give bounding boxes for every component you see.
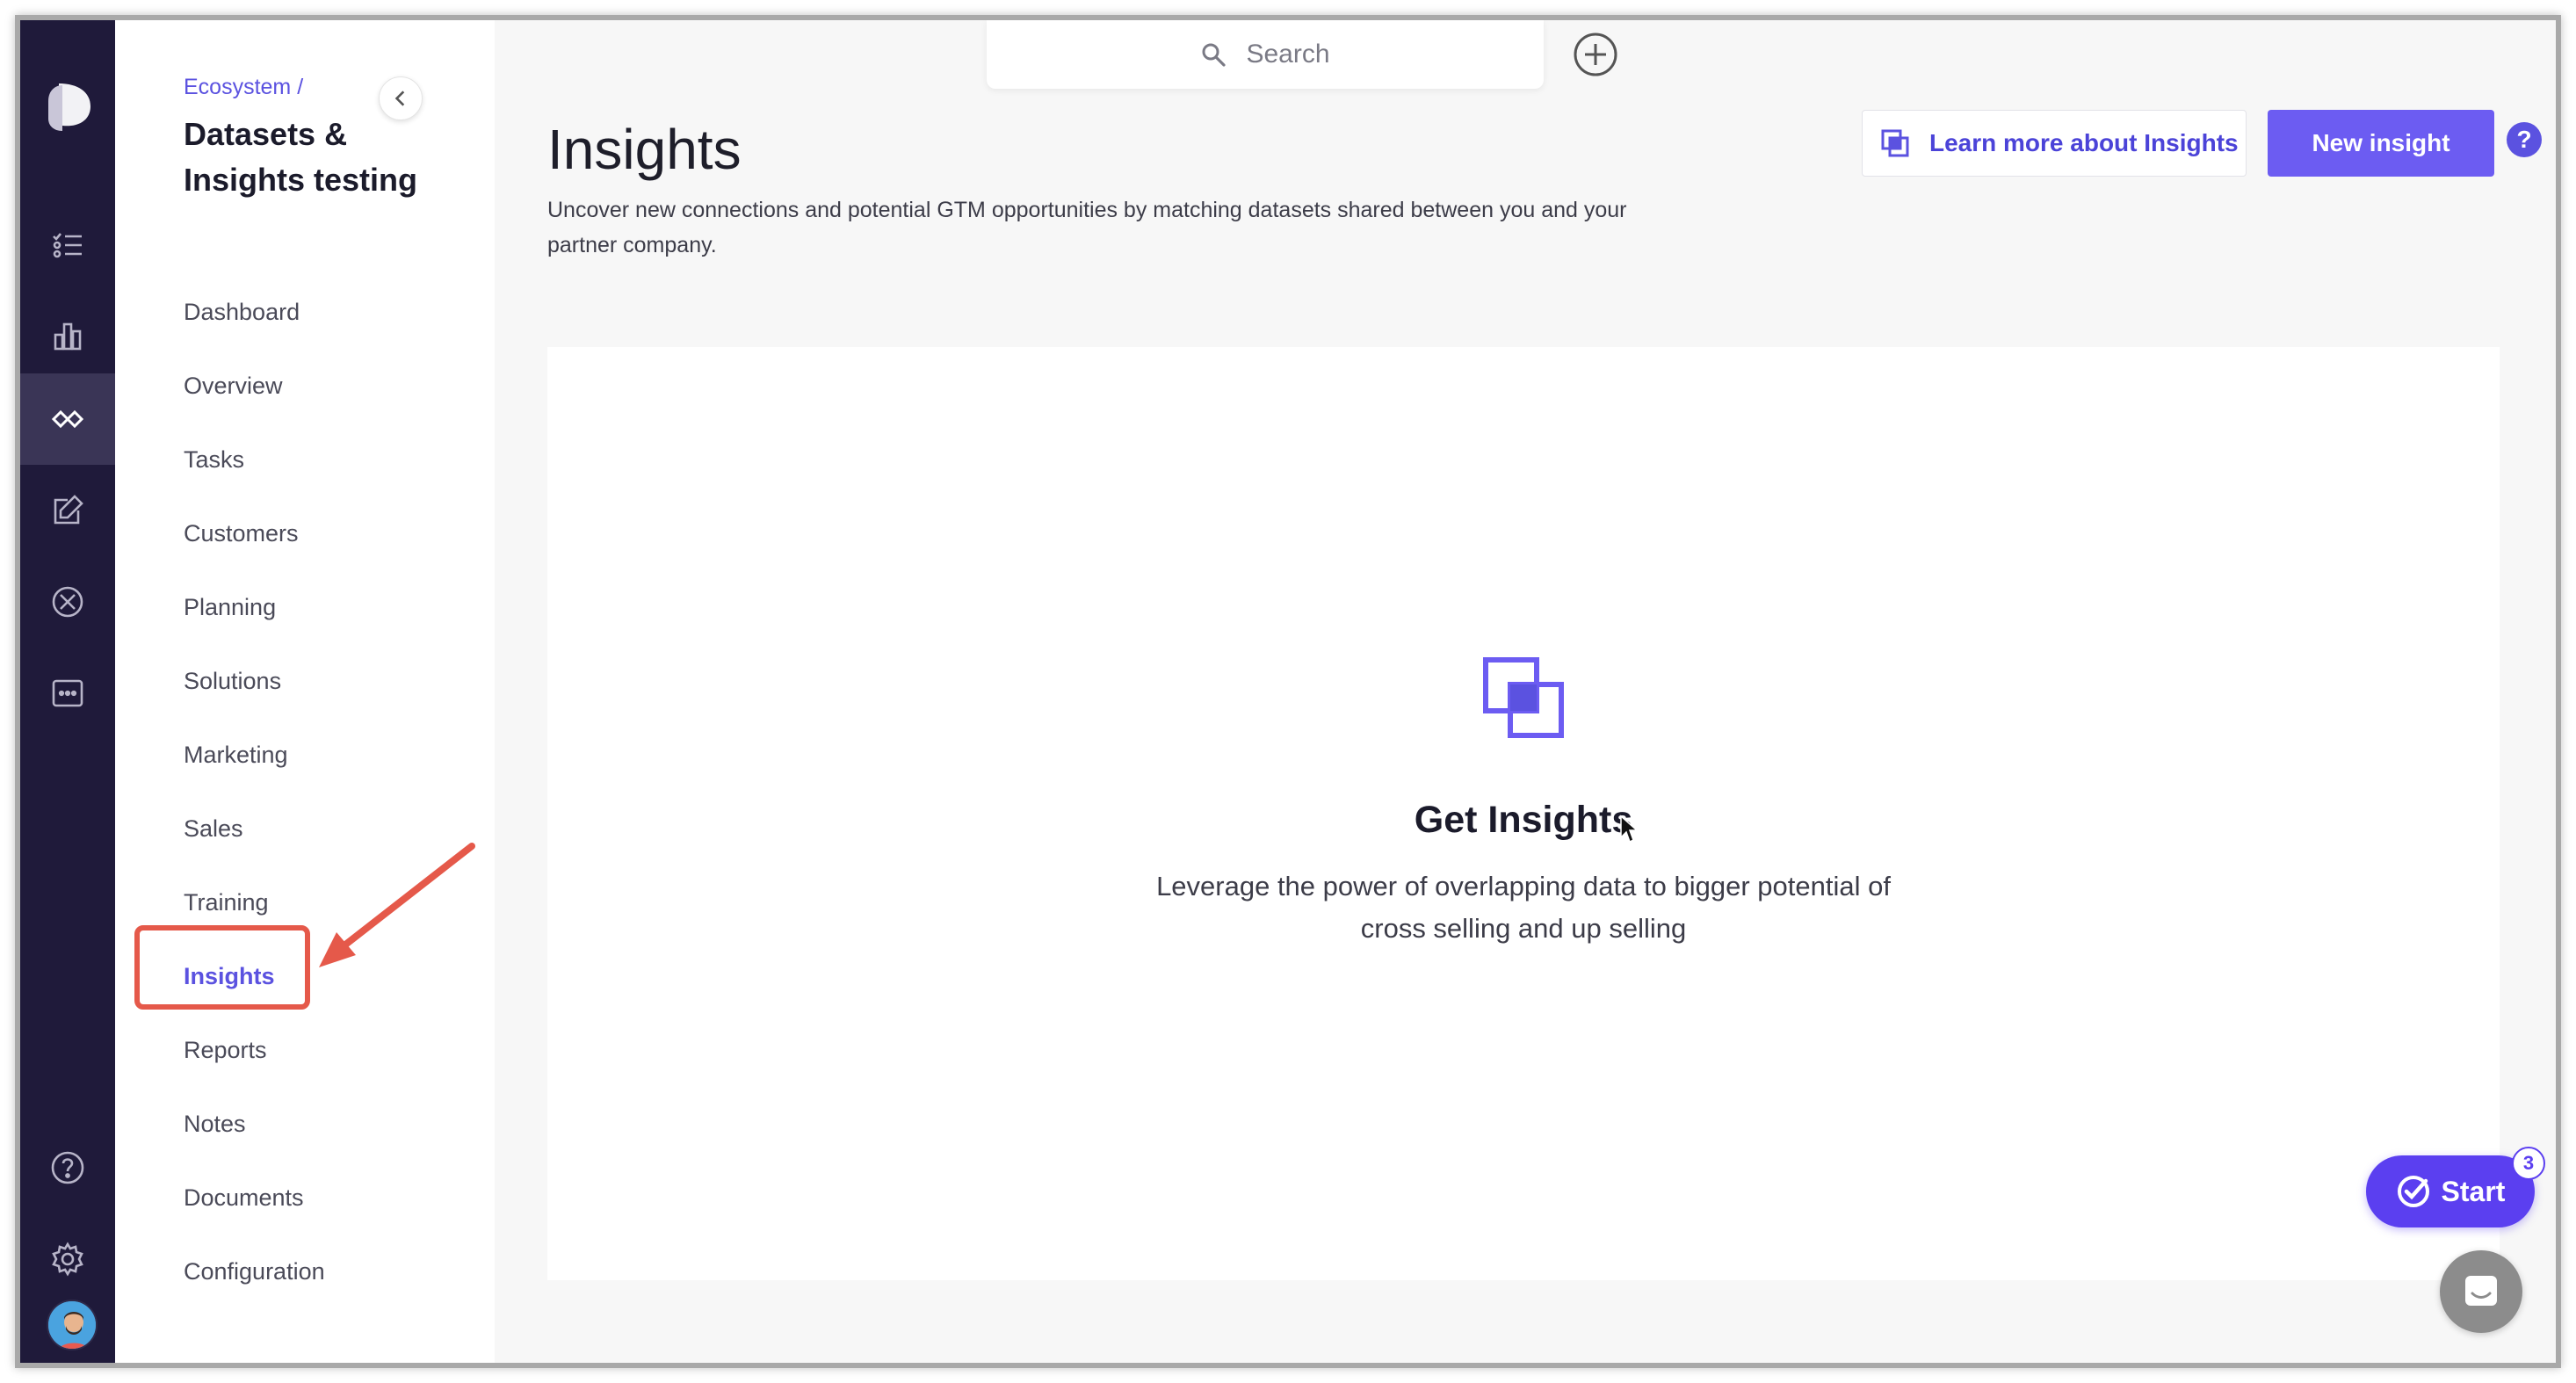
sidebar-item-training[interactable]: Training xyxy=(184,885,269,920)
search-icon xyxy=(1202,43,1226,67)
sidebar-item-solutions[interactable]: Solutions xyxy=(184,663,281,699)
chat-launcher-button[interactable] xyxy=(2440,1250,2522,1333)
logo-icon[interactable] xyxy=(43,80,92,136)
sidebar-item-planning[interactable]: Planning xyxy=(184,590,276,625)
chevron-left-icon xyxy=(394,91,405,106)
collapse-sidebar-button[interactable] xyxy=(379,76,423,120)
ecosystem-icon[interactable] xyxy=(20,373,115,465)
help-icon[interactable] xyxy=(20,1122,115,1213)
sidebar-item-documents[interactable]: Documents xyxy=(184,1180,304,1215)
sidebar-item-overview[interactable]: Overview xyxy=(184,368,283,403)
avatar[interactable] xyxy=(47,1300,98,1350)
check-circle-icon xyxy=(2397,1176,2429,1207)
compass-icon[interactable] xyxy=(20,556,115,648)
insights-icon xyxy=(1881,129,1909,157)
breadcrumb[interactable]: Ecosystem / xyxy=(184,75,303,100)
help-button[interactable]: ? xyxy=(2507,122,2542,157)
start-badge-count: 3 xyxy=(2512,1147,2545,1180)
new-insight-button[interactable]: New insight xyxy=(2268,110,2494,177)
edit-icon[interactable] xyxy=(20,465,115,556)
start-checklist-button[interactable]: Start xyxy=(2366,1155,2535,1227)
sidebar-item-notes[interactable]: Notes xyxy=(184,1106,246,1141)
more-icon[interactable] xyxy=(20,648,115,739)
empty-state-description: Leverage the power of overlapping data t… xyxy=(1156,871,1891,944)
icon-rail xyxy=(20,20,115,1363)
insights-icon xyxy=(1482,656,1565,739)
page-description: Uncover new connections and potential GT… xyxy=(547,198,1627,257)
learn-more-label: Learn more about Insights xyxy=(1929,129,2239,156)
sidebar-item-customers[interactable]: Customers xyxy=(184,516,299,551)
annotation-highlight-box xyxy=(134,925,310,1010)
sidebar-item-dashboard[interactable]: Dashboard xyxy=(184,294,300,329)
search-placeholder: Search xyxy=(1246,40,1330,69)
settings-icon[interactable] xyxy=(20,1213,115,1305)
page-title: Insights xyxy=(547,118,742,181)
learn-more-button[interactable]: Learn more about Insights xyxy=(1862,110,2247,177)
app-window: Ecosystem / Datasets & Insights testing … xyxy=(15,15,2561,1368)
sidebar-item-reports[interactable]: Reports xyxy=(184,1032,267,1068)
sidebar-item-configuration[interactable]: Configuration xyxy=(184,1254,325,1289)
search-input[interactable]: Search xyxy=(987,20,1544,89)
main-content: Search Insights Uncover new connections … xyxy=(495,20,2556,1363)
chat-icon xyxy=(2465,1276,2497,1306)
start-label: Start xyxy=(2441,1175,2506,1207)
empty-state-card: Get Insights Leverage the power of overl… xyxy=(547,347,2500,1280)
project-title: Datasets & Insights testing xyxy=(184,116,418,198)
empty-state-title: Get Insights xyxy=(1414,799,1633,841)
bar-chart-icon[interactable] xyxy=(20,291,115,382)
mouse-cursor-icon xyxy=(1620,815,1639,844)
tasks-icon[interactable] xyxy=(20,199,115,291)
sidebar-item-tasks[interactable]: Tasks xyxy=(184,442,244,477)
sidebar-item-sales[interactable]: Sales xyxy=(184,811,243,846)
project-sidebar: Ecosystem / Datasets & Insights testing … xyxy=(115,20,495,1363)
sidebar-item-marketing[interactable]: Marketing xyxy=(184,737,288,772)
add-button[interactable] xyxy=(1572,31,1619,78)
plus-circle-icon xyxy=(1574,33,1617,76)
